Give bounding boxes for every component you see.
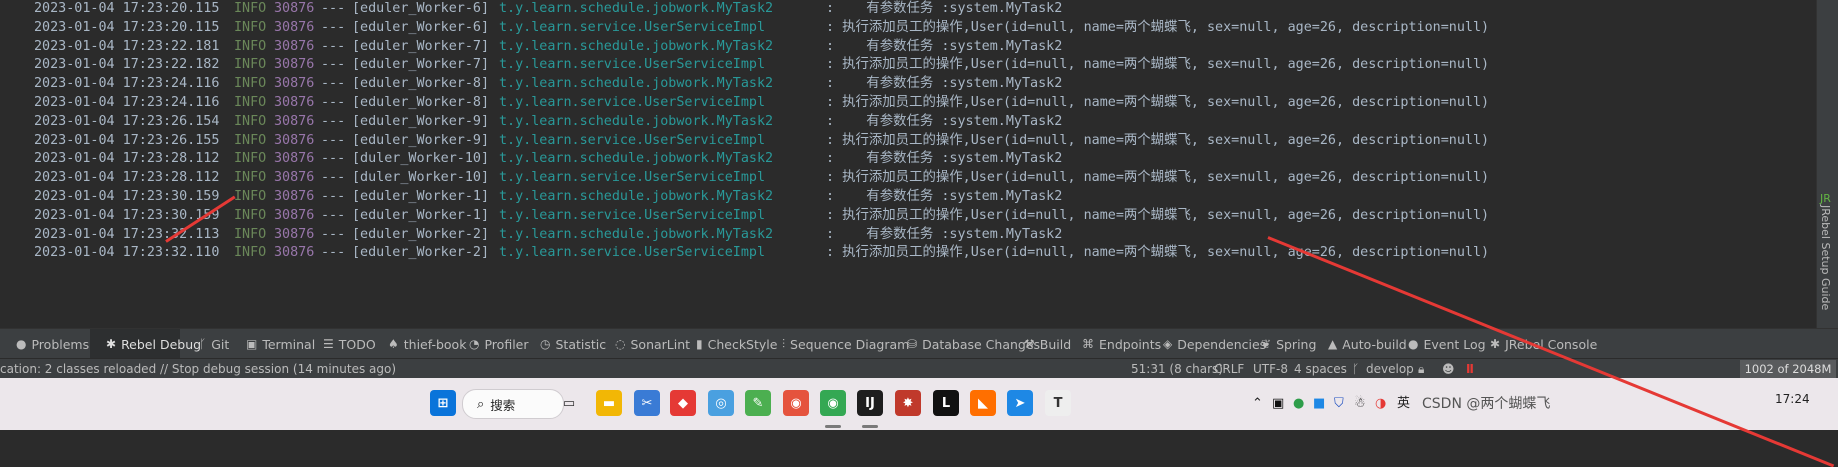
tab-label: Problems (31, 336, 90, 352)
tray-chevron-icon[interactable]: ⌃ (1252, 378, 1263, 430)
clock[interactable]: 17:24 (1775, 392, 1810, 406)
tab-database-changes[interactable]: ⛁ Database Changes (891, 329, 1040, 359)
sequence-diagram-icon: ⫶ (782, 336, 786, 351)
windows-taskbar: ⌕ 搜索 ⌃ ▣ ● ■ ⛉ ☃ ◑ 英 CSDN @两个蝴蝶飞 17:24 ⊞… (0, 378, 1838, 430)
task-view-icon[interactable]: ▭ (556, 390, 582, 416)
tray-app3-icon[interactable]: ◑ (1375, 378, 1386, 430)
typora-icon[interactable]: T (1045, 390, 1071, 416)
tab-statistic[interactable]: ◷ Statistic (524, 329, 606, 359)
tab-todo[interactable]: ☰ TODO (307, 329, 376, 359)
file-encoding[interactable]: UTF-8 (1253, 359, 1288, 379)
git-branch-icon: ᚴ (1352, 362, 1360, 376)
event-log-icon: ● (1408, 337, 1419, 351)
search-label: 搜索 (490, 397, 516, 413)
database-icon: ⛁ (907, 337, 918, 351)
caret-position[interactable]: 51:31 (8 chars) (1131, 359, 1223, 379)
tab-event-log[interactable]: ● Event Log (1392, 329, 1486, 359)
tab-problems[interactable]: ● Problems (0, 329, 90, 359)
tray-app-icon[interactable]: ▣ (1272, 378, 1284, 430)
indent-setting[interactable]: 4 spaces (1294, 359, 1347, 379)
log-pid: 30876 (274, 245, 315, 261)
start-icon[interactable]: ⊞ (430, 390, 456, 416)
tab-rebel-debug[interactable]: ✱ Rebel Debug (90, 329, 201, 359)
tab-jrebel-console[interactable]: ✱ JRebel Console (1474, 329, 1597, 359)
log-message: : 执行添加员工的操作,User(id=null, name=两个蝴蝶飞, se… (826, 245, 1490, 261)
endpoints-icon: ⌘ (1082, 337, 1094, 351)
statistic-icon: ◷ (540, 337, 551, 351)
problems-icon: ● (16, 337, 27, 351)
notepad-icon[interactable]: ✎ (745, 390, 771, 416)
tab-sonarlint[interactable]: ◌ SonarLint (599, 329, 690, 359)
rebel-debug-icon: ✱ (106, 337, 117, 351)
search-icon: ⌕ (477, 396, 485, 412)
tab-thief-book[interactable]: ♠ thief-book (372, 329, 466, 359)
app-blue-icon[interactable]: ➤ (1007, 390, 1033, 416)
spring-icon: ❦ (1261, 337, 1272, 351)
todo-icon: ☰ (323, 337, 334, 351)
app-l-icon[interactable]: L (933, 390, 959, 416)
snipping-icon[interactable]: ✂ (634, 390, 660, 416)
watermark: CSDN @两个蝴蝶飞 (1422, 396, 1551, 412)
log-separator: --- (321, 245, 346, 261)
log-thread: [eduler_Worker-2] (352, 245, 490, 261)
tab-dependencies[interactable]: ◈ Dependencies (1147, 329, 1266, 359)
tab-profiler[interactable]: ◔ Profiler (453, 329, 529, 359)
tab-auto-build[interactable]: ▲ Auto-build (1312, 329, 1407, 359)
profiler-icon: ◔ (469, 337, 480, 351)
tab-checkstyle[interactable]: ▮ CheckStyle (680, 329, 777, 359)
log-logger: t.y.learn.service.UserServiceImpl (499, 245, 766, 261)
running-indicator (862, 425, 878, 428)
tab-git[interactable]: ᚴ Git (183, 329, 230, 359)
tray-wechat-icon[interactable]: ● (1293, 378, 1304, 430)
tray-app2-icon[interactable]: ■ (1313, 378, 1325, 430)
tab-sequence-diagram[interactable]: ⫶ Sequence Diagram (766, 329, 909, 359)
sonarlint-icon: ◌ (615, 337, 626, 351)
tab-build[interactable]: ⚒ Build (1008, 329, 1071, 359)
lock-icon[interactable]: 🔒︎ (1418, 359, 1424, 379)
jrebel-console-icon: ✱ (1490, 337, 1501, 351)
tray-shield-icon[interactable]: ⛉ (1334, 378, 1344, 430)
app-orange-icon[interactable]: ◣ (970, 390, 996, 416)
app-star-icon[interactable]: ✸ (895, 390, 921, 416)
thief-book-icon: ♠ (388, 337, 399, 351)
log-timestamp: 2023-01-04 17:23:32.110 (34, 245, 220, 261)
app-red-icon[interactable]: ◆ (670, 390, 696, 416)
tab-label: Spring (1276, 336, 1317, 352)
jrebel-setup-guide-tab[interactable]: JRebel Setup Guide (1819, 205, 1832, 310)
git-icon: ᚴ (199, 337, 207, 351)
chrome-icon[interactable]: ◉ (820, 390, 846, 416)
tab-label: TODO (338, 336, 376, 352)
tab-label: Git (211, 336, 230, 352)
app-spiral-icon[interactable]: ◉ (783, 390, 809, 416)
dependencies-icon: ◈ (1163, 337, 1173, 351)
auto-build-icon: ▲ (1328, 337, 1338, 351)
terminal-icon: ▣ (246, 337, 258, 351)
git-branch[interactable]: develop (1366, 359, 1414, 379)
build-icon: ⚒ (1024, 337, 1035, 351)
inspector-icon[interactable]: ☻ (1442, 359, 1455, 379)
tab-terminal[interactable]: ▣ Terminal (230, 329, 315, 359)
intellij-icon[interactable]: IJ (857, 390, 883, 416)
input-method[interactable]: 英 (1397, 378, 1410, 430)
console-output[interactable]: 2023-01-04 17:23:20.115 INFO 30876 --- [edul… (0, 0, 1816, 328)
app-circles-icon[interactable]: ◎ (708, 390, 734, 416)
checkstyle-icon: ▮ (696, 337, 703, 351)
running-indicator (825, 425, 841, 428)
tab-spring[interactable]: ❦ Spring (1245, 329, 1316, 359)
file-explorer-icon[interactable]: ▬ (596, 390, 622, 416)
line-separator[interactable]: CRLF (1214, 359, 1244, 379)
tab-endpoints[interactable]: ⌘ Endpoints (1066, 329, 1161, 359)
right-tool-strip: JR JRebel Setup Guide (1816, 0, 1838, 328)
tray-qq-icon[interactable]: ☃ (1354, 378, 1366, 430)
status-bar: cation: 2 classes reloaded // Stop debug… (0, 358, 1838, 379)
jrebel-icon: JR (1820, 192, 1831, 205)
log-level: INFO (234, 245, 267, 261)
tab-label: Profiler (484, 336, 529, 352)
status-message[interactable]: cation: 2 classes reloaded // Stop debug… (0, 359, 396, 379)
taskbar-search[interactable]: ⌕ 搜索 (462, 389, 564, 419)
notification-icon[interactable]: Ⅱ (1466, 359, 1474, 379)
memory-indicator[interactable]: 1002 of 2048M (1740, 360, 1836, 378)
